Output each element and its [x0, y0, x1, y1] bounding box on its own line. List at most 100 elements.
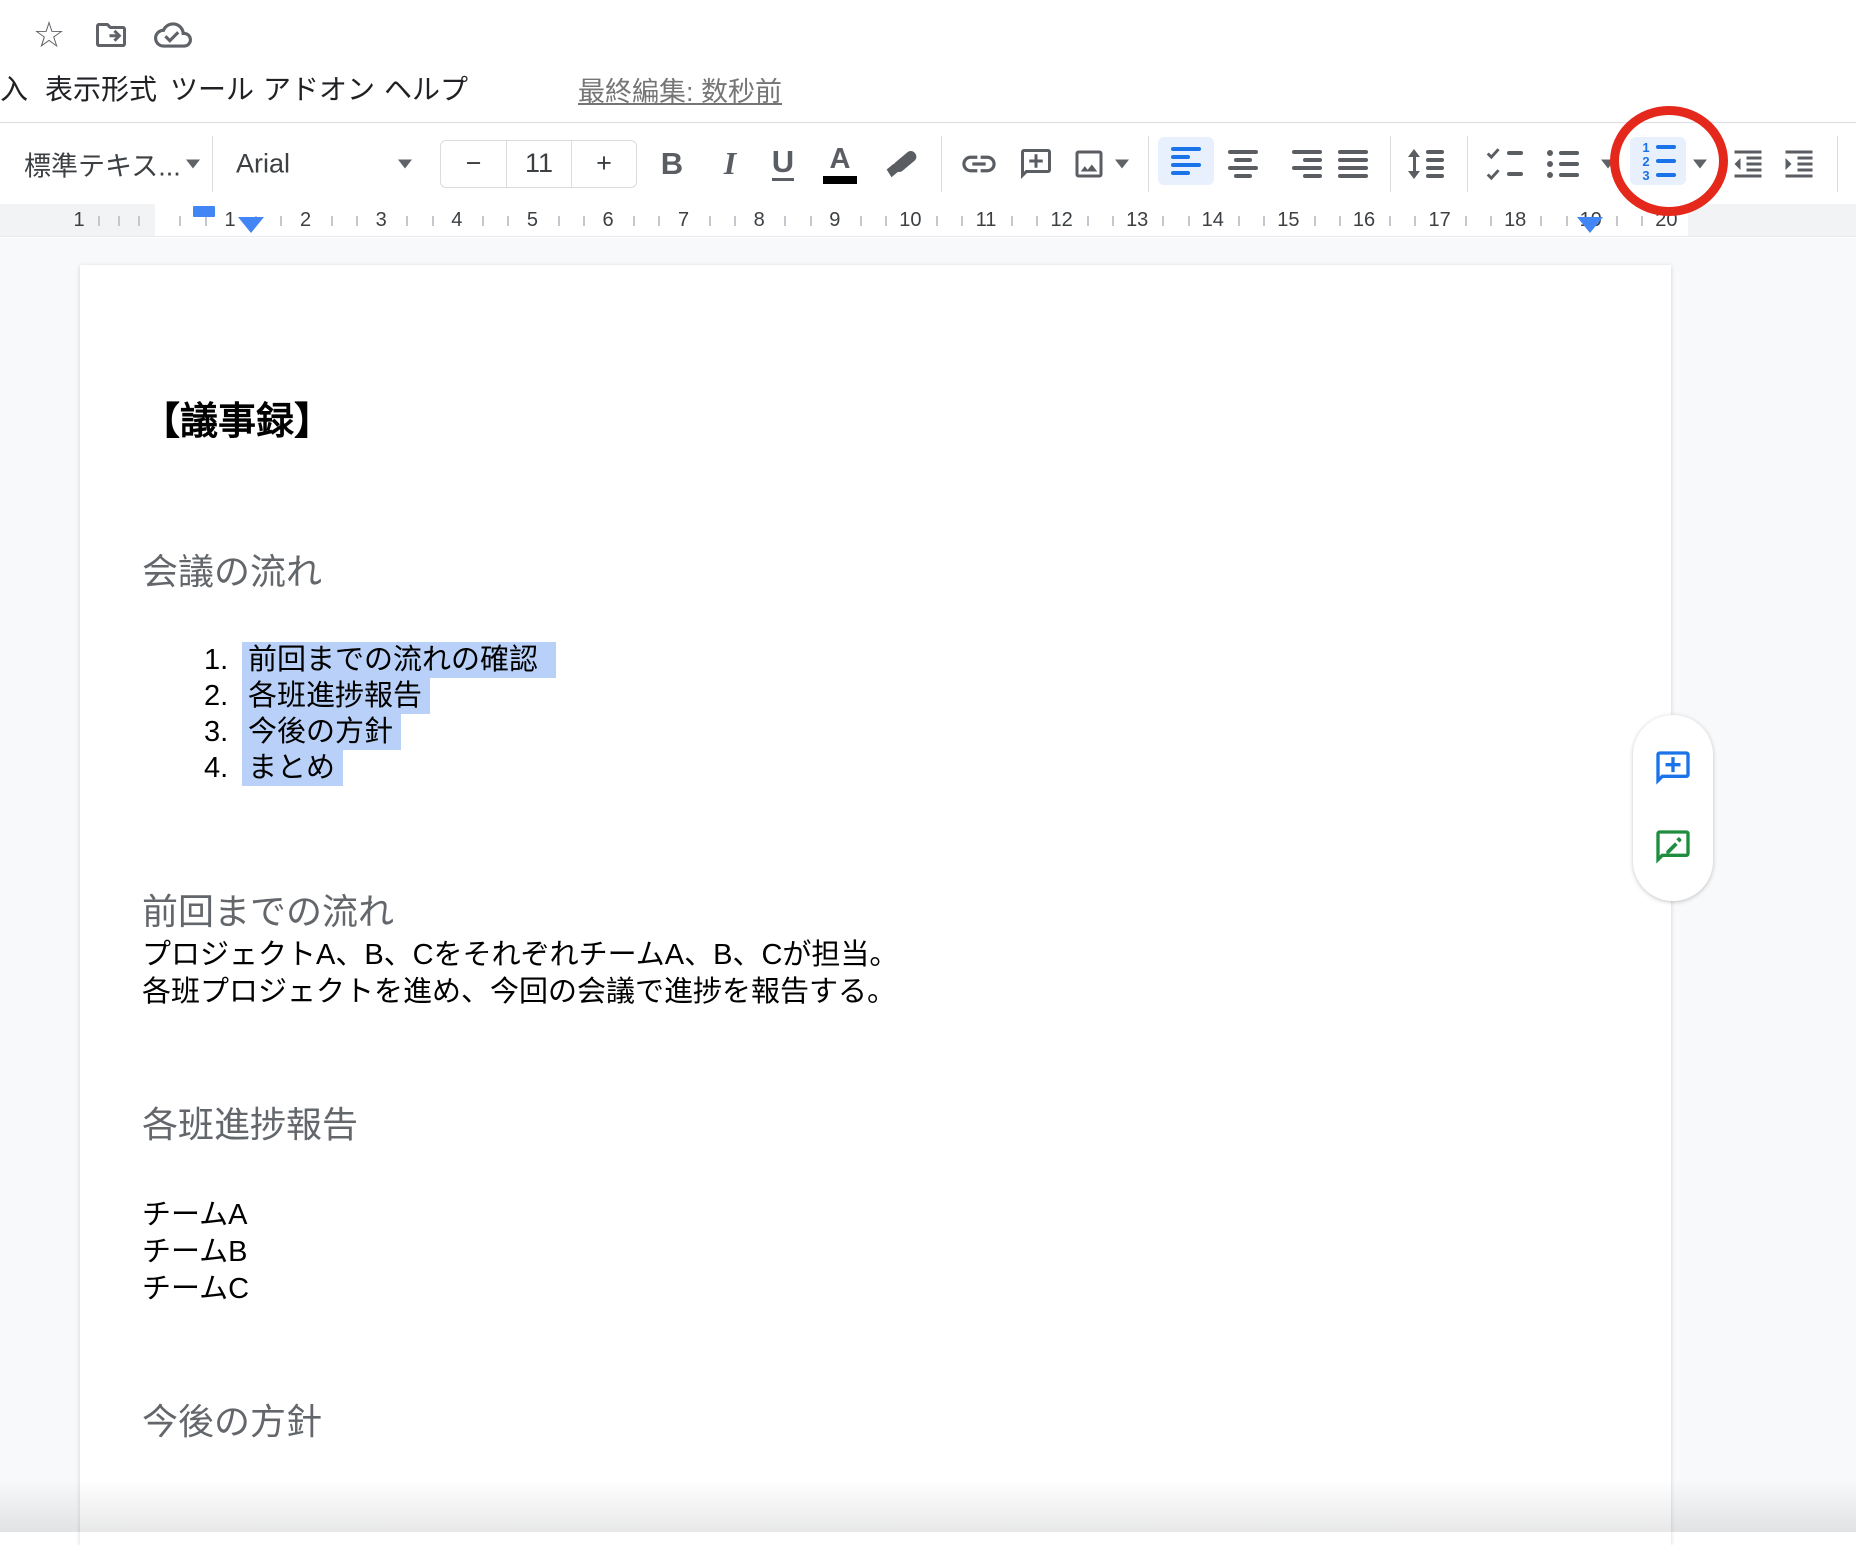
numbered-list-dropdown[interactable]	[1690, 159, 1710, 168]
menu-item-format[interactable]: 表示形式	[45, 68, 157, 108]
ruler-tick	[1389, 216, 1391, 226]
align-center-icon	[1228, 150, 1258, 178]
menu-item-tools[interactable]: ツール	[170, 68, 254, 108]
list-item: 4. まとめ	[80, 750, 1671, 786]
highlight-color-button[interactable]	[880, 142, 926, 186]
ruler-tick	[860, 216, 862, 226]
move-folder-button[interactable]	[92, 16, 130, 54]
comment-pencil-icon	[1653, 827, 1693, 867]
align-left-button[interactable]	[1158, 137, 1214, 185]
ruler-tick	[205, 216, 207, 226]
toolbar-divider	[1148, 136, 1149, 192]
selected-text: まとめ	[242, 750, 343, 786]
ruler-number: 7	[678, 209, 689, 232]
last-edited-link[interactable]: 最終編集: 数秒前	[578, 70, 782, 109]
align-center-button[interactable]	[1228, 150, 1258, 178]
left-indent-marker[interactable]	[238, 217, 264, 233]
menu-item-insert[interactable]: 入	[0, 68, 28, 108]
document-canvas: 【議事録】 会議の流れ 1. 前回までの流れの確認 2. 各班進捗報告 3. 今…	[0, 238, 1856, 1532]
chevron-down-icon	[1115, 159, 1129, 168]
bulleted-list-icon	[1547, 150, 1579, 178]
ruler-number: 13	[1126, 209, 1148, 232]
chevron-down-icon	[1601, 159, 1615, 168]
align-justify-button[interactable]	[1338, 150, 1368, 178]
checklist-button[interactable]	[1486, 147, 1523, 181]
ruler-number: 5	[527, 209, 538, 232]
insert-link-button[interactable]	[958, 144, 1000, 184]
ruler-tick	[810, 216, 812, 226]
outdent-button[interactable]	[1728, 146, 1768, 182]
star-icon: ☆	[33, 17, 65, 53]
font-size-decrease-button[interactable]: −	[441, 141, 506, 187]
ruler-number: 10	[899, 209, 921, 232]
image-icon	[1071, 146, 1107, 182]
floating-add-comment-button[interactable]	[1653, 748, 1693, 788]
font-size-increase-button[interactable]: +	[571, 141, 636, 187]
ruler-tick	[118, 216, 120, 226]
ruler-tick	[406, 216, 408, 226]
document-page[interactable]: 【議事録】 会議の流れ 1. 前回までの流れの確認 2. 各班進捗報告 3. 今…	[80, 265, 1671, 1545]
align-right-button[interactable]	[1292, 150, 1322, 178]
right-indent-marker[interactable]	[1577, 217, 1603, 233]
ruler-tick	[179, 216, 181, 226]
ruler-number: 3	[376, 209, 387, 232]
star-button[interactable]: ☆	[30, 16, 68, 54]
underline-button[interactable]: U	[764, 140, 802, 188]
heading-agenda: 会議の流れ	[142, 543, 322, 595]
menu-item-addons[interactable]: アドオン	[263, 68, 375, 108]
ruler-tick	[1339, 216, 1341, 226]
bulleted-list-button[interactable]	[1547, 150, 1579, 178]
toolbar-divider	[941, 136, 942, 192]
numbered-list-button[interactable]: 1 2 3	[1630, 137, 1686, 185]
cloud-status-button[interactable]	[154, 16, 192, 54]
ruler-number: 20	[1655, 209, 1677, 232]
body-line: プロジェクトA、B、CをそれぞれチームA、B、Cが担当。	[142, 937, 898, 974]
ruler-tick	[1238, 216, 1240, 226]
team-line: チームA	[142, 1197, 247, 1234]
checklist-icon	[1486, 147, 1523, 181]
ruler-number: 15	[1277, 209, 1299, 232]
first-line-indent-marker[interactable]	[193, 206, 215, 217]
ruler-tick	[936, 216, 938, 226]
ruler-tick	[1011, 216, 1013, 226]
insert-image-button[interactable]	[1070, 146, 1108, 182]
line-spacing-icon	[1408, 149, 1444, 179]
ruler-tick	[1465, 216, 1467, 226]
line-spacing-button[interactable]	[1408, 149, 1444, 179]
ruler-tick	[1087, 216, 1089, 226]
italic-button[interactable]: I	[711, 140, 749, 188]
suggest-edits-button[interactable]	[1653, 827, 1693, 867]
ruler-tick	[734, 216, 736, 226]
indent-button[interactable]	[1779, 146, 1819, 182]
outdent-icon	[1730, 146, 1766, 182]
heading-previous: 前回までの流れ	[142, 883, 394, 935]
add-comment-button[interactable]	[1016, 146, 1056, 182]
font-size-input[interactable]: 11	[506, 141, 571, 187]
comment-plus-icon	[1653, 748, 1693, 788]
highlighter-icon	[882, 142, 924, 186]
font-selector[interactable]: Arial	[236, 148, 412, 179]
numbered-list-icon: 1 2 3	[1641, 142, 1676, 181]
ruler-number: 18	[1504, 209, 1526, 232]
image-dropdown-button[interactable]	[1112, 159, 1132, 168]
ruler-tick	[1314, 216, 1316, 226]
ruler-tick	[709, 216, 711, 226]
team-line: チームB	[142, 1234, 247, 1271]
ruler-number: 2	[300, 209, 311, 232]
bold-button[interactable]: B	[653, 140, 691, 188]
ruler-tick	[1036, 216, 1038, 226]
paragraph-style-selector[interactable]: 標準テキス...	[24, 144, 200, 183]
list-item: 3. 今後の方針	[80, 714, 1671, 750]
selected-text: 各班進捗報告	[242, 678, 430, 714]
ruler-tick	[482, 216, 484, 226]
bulleted-list-dropdown[interactable]	[1598, 159, 1618, 168]
app-header: ☆ 入 表示形式 ツール アドオン ヘルプ 最終編集: 数秒前	[0, 0, 1856, 122]
body-line: 各班プロジェクトを進め、今回の会議で進捗を報告する。	[142, 974, 896, 1011]
menu-item-help[interactable]: ヘルプ	[384, 68, 468, 108]
indent-icon	[1781, 146, 1817, 182]
toolbar: 標準テキス... Arial − 11 + B I U A	[0, 122, 1856, 204]
ruler-tick	[432, 216, 434, 226]
list-item: 1. 前回までの流れの確認	[80, 642, 1671, 678]
text-color-button[interactable]: A	[820, 144, 860, 184]
chevron-down-icon	[1693, 159, 1707, 168]
